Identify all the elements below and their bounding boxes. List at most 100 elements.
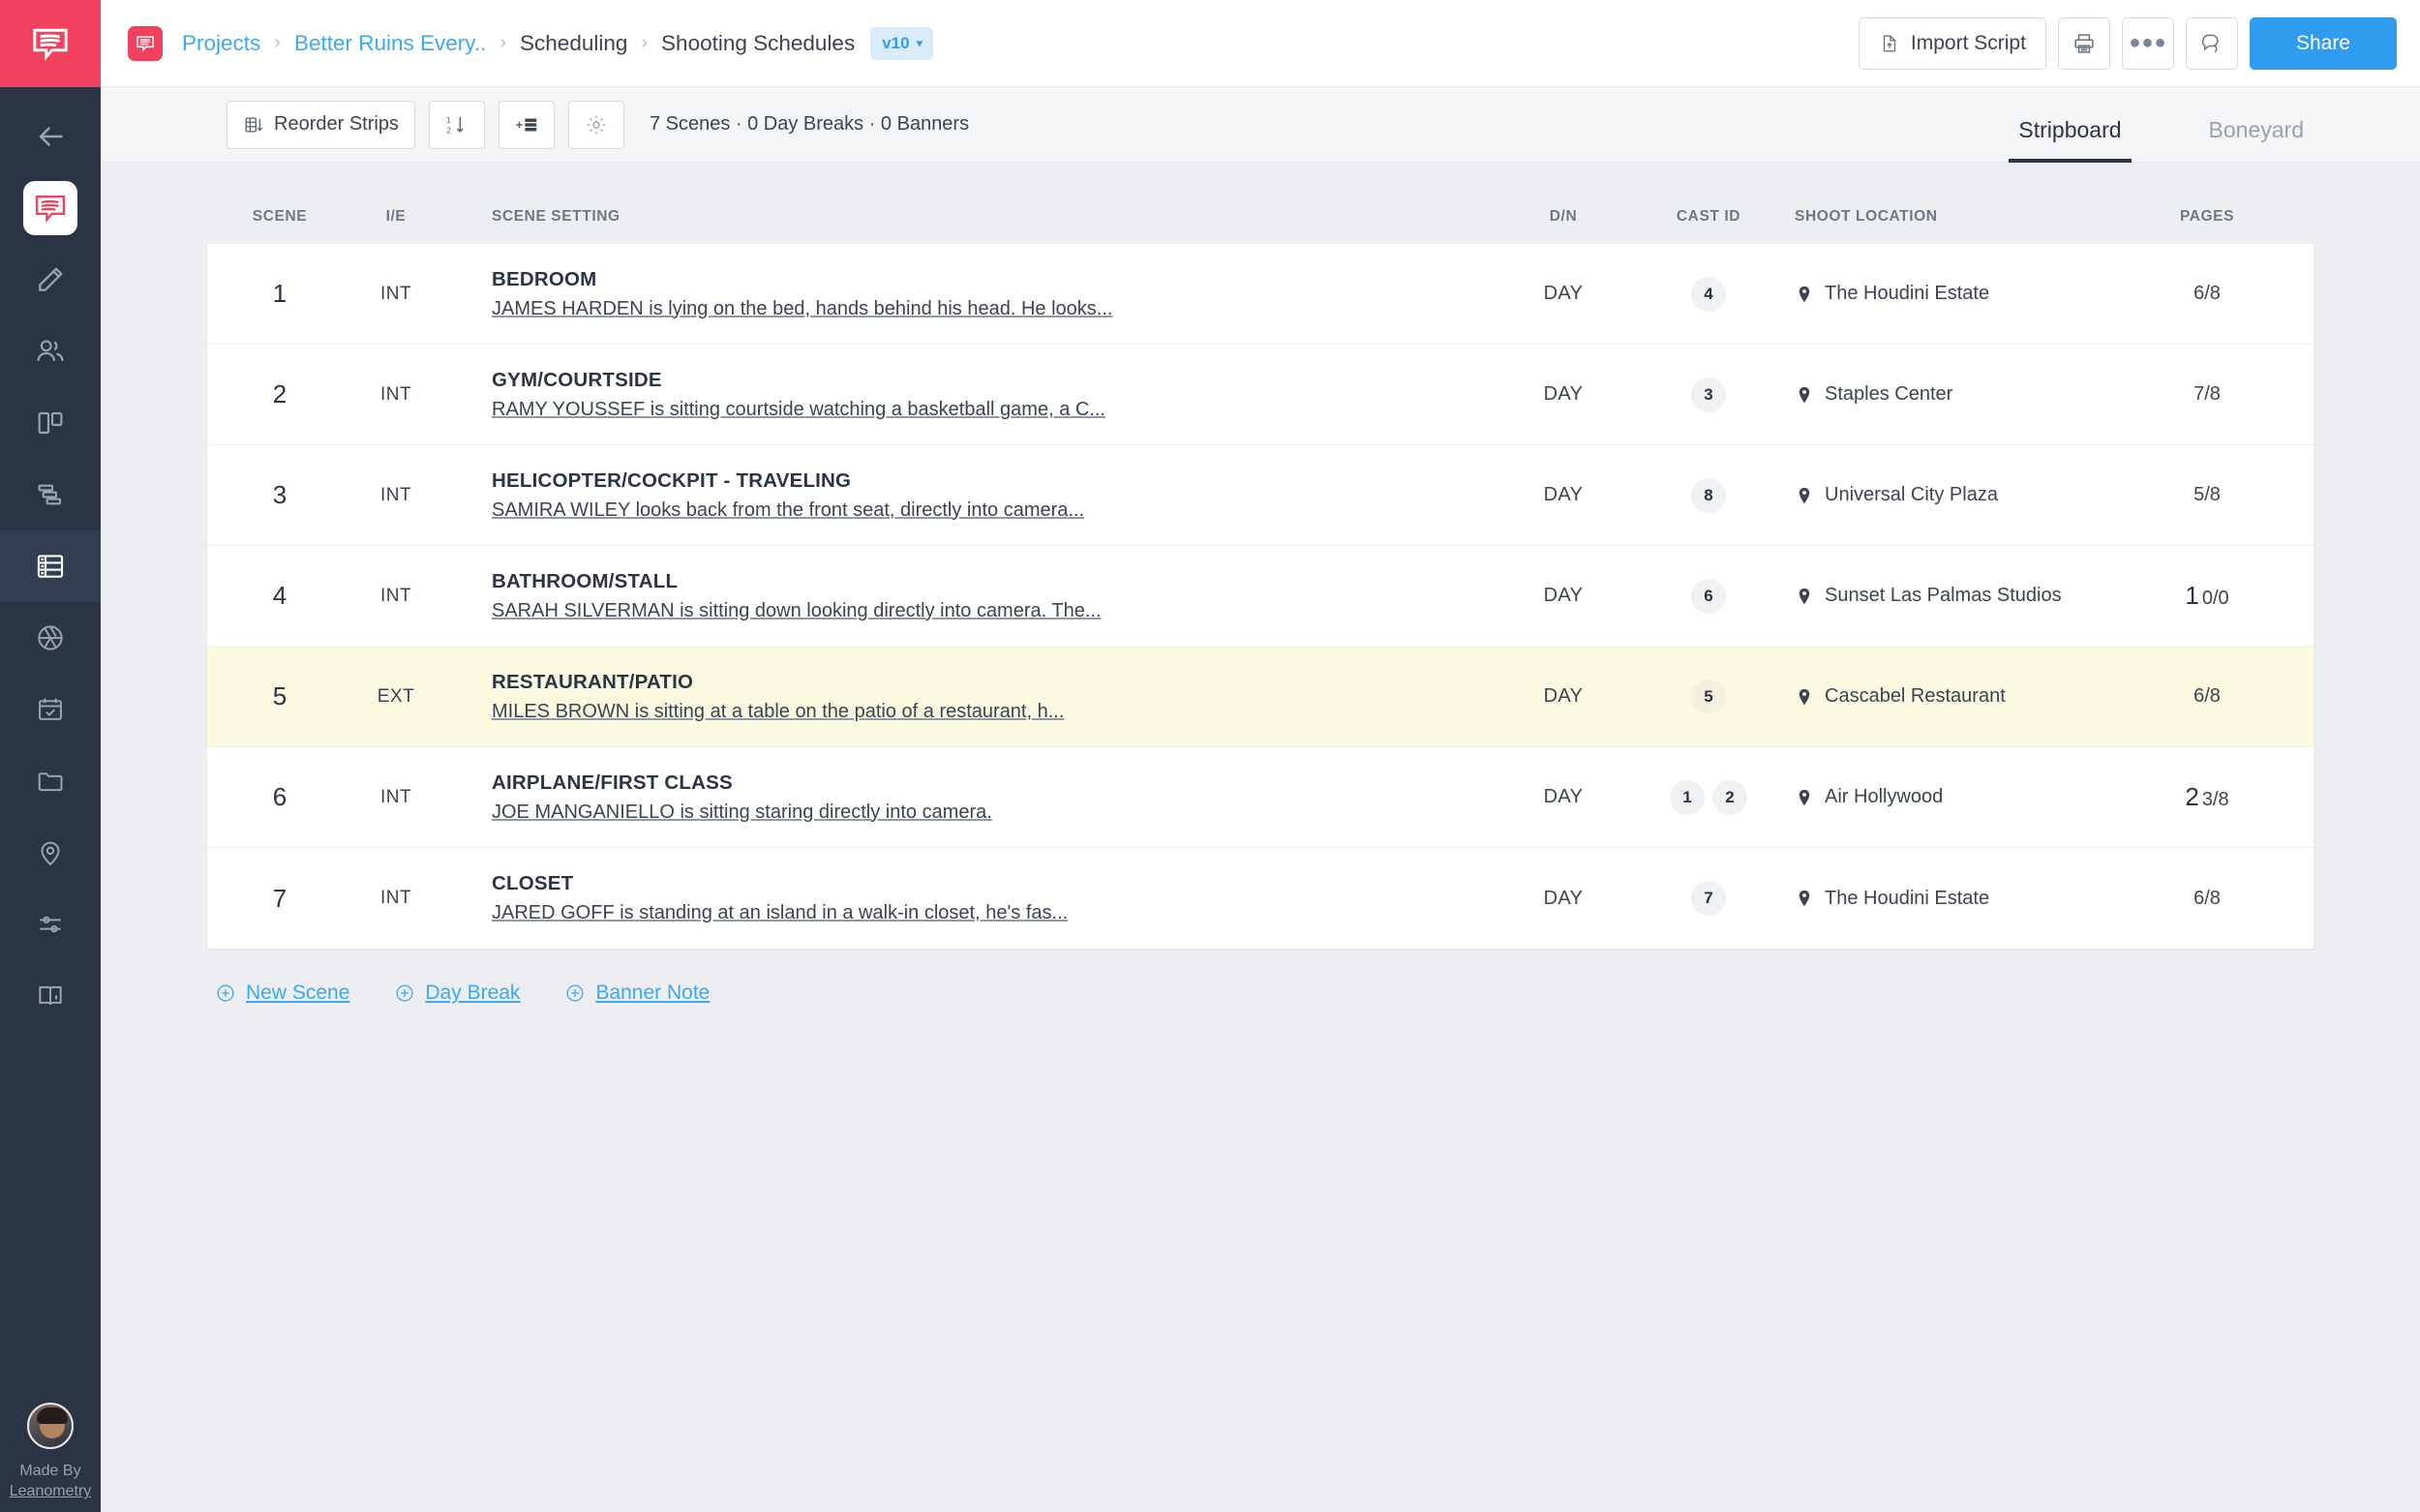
column-header-ie: I/E	[385, 208, 407, 225]
table-row[interactable]: 1 INT BEDROOM JAMES HARDEN is lying on the …	[207, 244, 2314, 345]
cast-id-pill[interactable]: 1	[1670, 779, 1705, 815]
sidebar-item-back[interactable]	[0, 101, 101, 172]
shoot-location-label: The Houdini Estate	[1825, 283, 1990, 304]
plus-circle-icon	[217, 984, 234, 1002]
sidebar-item-files[interactable]	[0, 745, 101, 817]
table-row[interactable]: 3 INT HELICOPTER/COCKPIT - TRAVELING SAMIRA…	[207, 445, 2314, 546]
table-row[interactable]: 4 INT BATHROOM/STALL SARAH SILVERMAN is sit…	[207, 546, 2314, 647]
sidebar-item-sliders[interactable]	[0, 889, 101, 960]
breadcrumb-separator: ›	[499, 32, 507, 53]
new-scene-label: New Scene	[246, 982, 350, 1004]
sidebar-nav	[0, 87, 101, 1032]
more-options-button[interactable]: ●●●	[2121, 16, 2174, 70]
print-button[interactable]	[2057, 16, 2110, 70]
sidebar-item-shotlist[interactable]	[0, 459, 101, 530]
scene-pages: 6/8	[2193, 283, 2221, 304]
reorder-strips-label: Reorder Strips	[274, 113, 399, 135]
cast-id-pill[interactable]: 2	[1712, 779, 1747, 815]
made-by-line2[interactable]: Leanometry	[10, 1481, 92, 1502]
scene-pages: 6/8	[2193, 887, 2221, 909]
version-selector[interactable]: v10 ▾	[870, 26, 934, 60]
scene-description[interactable]: JOE MANGANIELLO is sitting staring direc…	[492, 801, 1491, 824]
scene-description[interactable]: SARAH SILVERMAN is sitting down looking …	[492, 600, 1491, 622]
cast-id-pill[interactable]: 8	[1691, 477, 1726, 513]
shoot-location[interactable]: Air Hollywood	[1795, 786, 2101, 808]
scene-description[interactable]: JAMES HARDEN is lying on the bed, hands …	[492, 298, 1491, 320]
day-break-label: Day Break	[425, 982, 521, 1004]
scene-description[interactable]: RAMY YOUSSEF is sitting courtside watchi…	[492, 399, 1491, 421]
svg-text:1: 1	[446, 114, 451, 124]
sidebar-item-calendar[interactable]	[0, 674, 101, 745]
table-header-row: SCENE I/E SCENE SETTING D/N CAST ID SHOO…	[207, 190, 2314, 244]
shoot-location[interactable]: The Houdini Estate	[1795, 888, 2101, 910]
sidebar-item-scheduling[interactable]	[0, 530, 101, 602]
column-header-cast-id: CAST ID	[1676, 208, 1741, 225]
reorder-strips-button[interactable]: Reorder Strips	[227, 100, 415, 149]
sidebar-item-script[interactable]	[0, 172, 101, 244]
add-strip-icon	[516, 118, 537, 131]
import-file-icon	[1883, 35, 1896, 51]
avatar[interactable]	[27, 1402, 74, 1449]
printer-icon	[2074, 33, 2094, 53]
column-header-pages: PAGES	[2179, 208, 2235, 225]
day-break-button[interactable]: Day Break	[394, 982, 520, 1005]
project-badge-icon[interactable]	[128, 25, 163, 61]
import-script-label: Import Script	[1910, 31, 2026, 54]
breadcrumb-separator: ›	[641, 32, 649, 53]
import-script-button[interactable]: Import Script	[1858, 16, 2046, 70]
cast-id-pill[interactable]: 3	[1691, 377, 1726, 412]
sidebar-item-locations[interactable]	[0, 817, 101, 889]
scene-description[interactable]: MILES BROWN is sitting at a table on the…	[492, 701, 1491, 723]
map-pin-icon	[1799, 588, 1810, 604]
add-strip-button[interactable]	[498, 100, 555, 149]
made-by-line1: Made By	[19, 1462, 81, 1479]
tab-boneyard[interactable]: Boneyard	[2199, 117, 2314, 163]
scene-setting-title: GYM/COURTSIDE	[492, 368, 662, 391]
strip-settings-button[interactable]	[567, 100, 624, 149]
sidebar-item-storyboard[interactable]	[0, 387, 101, 459]
scene-description[interactable]: SAMIRA WILEY looks back from the front s…	[492, 499, 1491, 522]
shoot-location-label: Sunset Las Palmas Studios	[1825, 585, 2062, 606]
scene-ie: INT	[379, 585, 412, 606]
scene-number: 3	[272, 480, 287, 509]
table-row[interactable]: 5 EXT RESTAURANT/PATIO MILES BROWN is sitti…	[207, 647, 2314, 747]
scene-number: 2	[272, 379, 287, 408]
sidebar-item-shooting[interactable]	[0, 602, 101, 674]
table-row[interactable]: 2 INT GYM/COURTSIDE RAMY YOUSSEF is sitting…	[207, 345, 2314, 445]
plus-circle-icon	[566, 984, 584, 1002]
cast-id-pill[interactable]: 5	[1691, 679, 1726, 714]
cast-id-pill[interactable]: 7	[1691, 881, 1726, 916]
scene-description[interactable]: JARED GOFF is standing at an island in a…	[492, 902, 1491, 924]
banner-note-button[interactable]: Banner Note	[564, 982, 710, 1005]
new-scene-button[interactable]: New Scene	[215, 982, 349, 1005]
table-row[interactable]: 7 INT CLOSET JARED GOFF is standing at an i…	[207, 848, 2314, 949]
sidebar-item-cast[interactable]	[0, 316, 101, 387]
breadcrumb-shooting-schedules[interactable]: Shooting Schedules	[661, 31, 855, 56]
map-pin-icon	[1799, 487, 1810, 503]
sort-button[interactable]: 1 2	[428, 100, 485, 149]
shoot-location[interactable]: Sunset Las Palmas Studios	[1795, 585, 2101, 607]
sidebar-footer: Made By Leanometry	[0, 1402, 101, 1502]
table-row[interactable]: 6 INT AIRPLANE/FIRST CLASS JOE MANGANIELLO …	[207, 747, 2314, 848]
comments-button[interactable]	[2185, 16, 2238, 70]
breadcrumb-projects[interactable]: Projects	[182, 31, 260, 56]
scene-day-night: DAY	[1543, 383, 1584, 405]
shoot-location[interactable]: Universal City Plaza	[1795, 484, 2101, 506]
shoot-location[interactable]: Cascabel Restaurant	[1795, 685, 2101, 708]
brand-logo[interactable]	[0, 0, 101, 87]
scene-setting-title: BEDROOM	[492, 267, 597, 290]
breadcrumb-project-name[interactable]: Better Ruins Every..	[294, 31, 486, 56]
shoot-location[interactable]: Staples Center	[1795, 383, 2101, 406]
scene-ie: INT	[379, 888, 412, 908]
breadcrumb-scheduling[interactable]: Scheduling	[520, 31, 627, 56]
scene-setting-title: AIRPLANE/FIRST CLASS	[492, 771, 733, 794]
cast-id-pill[interactable]: 6	[1691, 578, 1726, 614]
map-pin-icon	[1799, 789, 1810, 805]
cast-id-pill[interactable]: 4	[1691, 276, 1726, 312]
sidebar-item-write[interactable]	[0, 244, 101, 316]
tab-stripboard[interactable]: Stripboard	[2009, 117, 2132, 163]
share-button[interactable]: Share	[2249, 16, 2397, 70]
people-icon	[37, 340, 64, 362]
sidebar-item-help[interactable]	[0, 960, 101, 1032]
shoot-location[interactable]: The Houdini Estate	[1795, 283, 2101, 305]
